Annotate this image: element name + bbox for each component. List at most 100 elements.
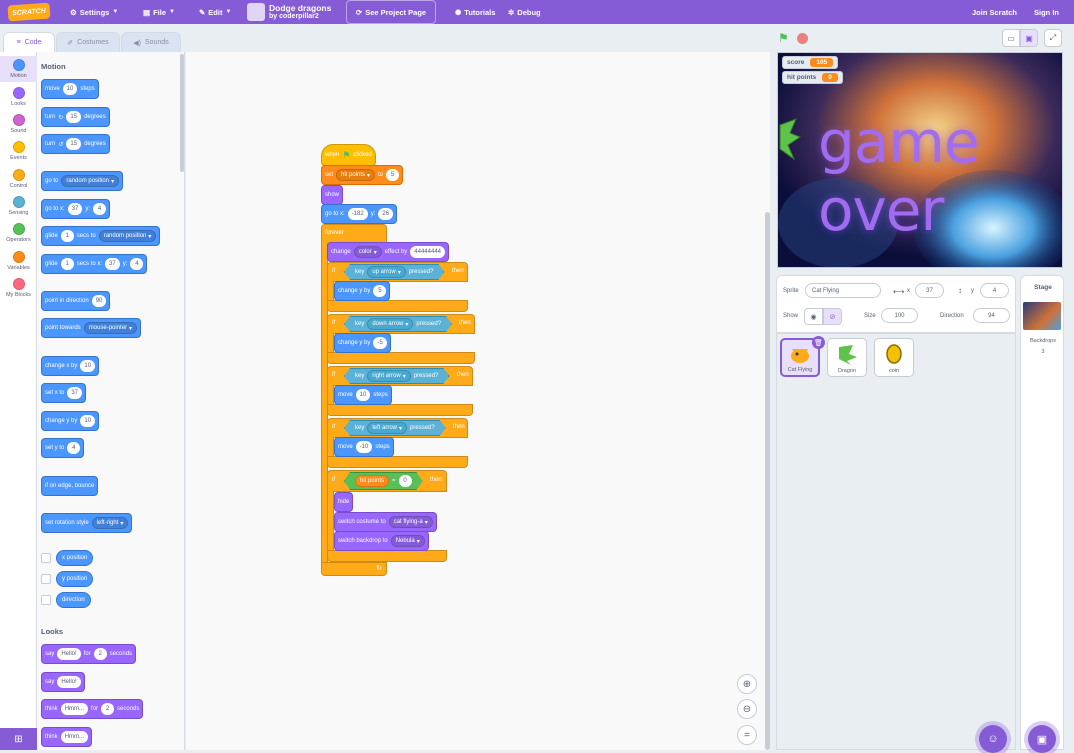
go-to-xy-block[interactable]: go to x: 37 y: 4 [41, 199, 111, 219]
move-steps-block[interactable]: move 10 steps [41, 79, 99, 99]
move-steps-block[interactable]: move 10 steps [334, 385, 392, 405]
size-input[interactable]: 100 [881, 308, 918, 323]
change-y-input[interactable]: -5 [373, 337, 387, 349]
project-author[interactable]: by coderpillar2 [269, 13, 331, 20]
choose-backdrop-button[interactable]: ▣ [1028, 725, 1056, 753]
change-y-block[interactable]: change y by 10 [41, 411, 100, 431]
say-text-input[interactable]: Hello! [57, 648, 81, 660]
hit-points-reporter[interactable]: hit points [355, 475, 389, 487]
zoom-reset-button[interactable]: = [737, 725, 757, 745]
effect-dropdown[interactable]: color ▾ [353, 246, 382, 258]
change-x-block[interactable]: change x by 10 [41, 356, 100, 376]
y-input[interactable]: 4 [130, 258, 144, 270]
glide-dropdown[interactable]: random position ▾ [98, 230, 157, 242]
bounce-block[interactable]: if on edge, bounce [41, 476, 99, 496]
towards-dropdown[interactable]: mouse-pointer ▾ [83, 322, 138, 334]
turn-degrees-input[interactable]: 15 [66, 111, 82, 123]
say-for-secs-block[interactable]: say Hello! for 2 seconds [41, 644, 137, 664]
category-looks[interactable]: Looks [0, 84, 37, 110]
settings-menu[interactable]: ⚙ Settings ▼ [70, 0, 118, 24]
direction-reporter[interactable]: direction [56, 592, 91, 608]
set-x-block[interactable]: set x to 37 [41, 383, 87, 403]
secs-input[interactable]: 2 [93, 648, 107, 660]
y-input[interactable]: 4 [980, 283, 1009, 298]
x-position-checkbox[interactable] [41, 553, 51, 563]
change-y-block[interactable]: change y by 5 [334, 281, 391, 301]
key-pressed-left[interactable]: key left arrow ▾ pressed? [344, 420, 446, 436]
compare-value-input[interactable]: 0 [399, 475, 412, 487]
glide-xy-block[interactable]: glide 1 secs to x: 37 y: 4 [41, 254, 148, 274]
dragon-sprite[interactable] [777, 115, 804, 165]
stop-button[interactable] [797, 33, 808, 44]
change-y-input[interactable]: 5 [373, 285, 387, 297]
key-dropdown[interactable]: up arrow ▾ [367, 266, 405, 278]
change-x-input[interactable]: 10 [80, 360, 96, 372]
code-workspace[interactable]: when ⚑ clicked set hit points ▾ to 5 show go t… [186, 52, 770, 750]
delete-sprite-button[interactable]: 🗑 [812, 336, 825, 349]
set-y-block[interactable]: set y to 4 [41, 438, 85, 458]
switch-backdrop-block[interactable]: switch backdrop to Nebula ▾ [334, 531, 429, 551]
set-x-input[interactable]: 37 [67, 387, 83, 399]
key-pressed-up[interactable]: key up arrow ▾ pressed? [344, 264, 444, 280]
key-pressed-down[interactable]: key down arrow ▾ pressed? [344, 316, 452, 332]
key-dropdown[interactable]: left arrow ▾ [367, 422, 407, 434]
think-for-secs-block[interactable]: think Hmm... for 2 seconds [41, 699, 144, 719]
change-effect-block[interactable]: change color ▾ effect by 44444444 [327, 242, 449, 262]
set-value-input[interactable]: 5 [386, 169, 400, 181]
file-menu[interactable]: ▤ File ▼ [143, 0, 175, 24]
y-position-checkbox[interactable] [41, 574, 51, 584]
large-stage-button[interactable]: ▣ [1020, 29, 1038, 47]
category-my-blocks[interactable]: My Blocks [0, 275, 37, 301]
see-project-page-button[interactable]: ⟳ See Project Page [346, 0, 436, 24]
point-towards-block[interactable]: point towards mouse-pointer ▾ [41, 318, 142, 338]
choose-sprite-button[interactable]: ☺ [979, 725, 1007, 753]
set-variable-block[interactable]: set hit points ▾ to 5 [321, 165, 404, 185]
green-flag-button[interactable]: ⚑ [778, 31, 789, 45]
sprite-name-input[interactable]: Cat Flying [805, 283, 881, 298]
sign-in-link[interactable]: Sign In [1034, 0, 1059, 24]
say-block[interactable]: say Hello! [41, 672, 85, 692]
when-flag-clicked-block[interactable]: when ⚑ clicked [321, 144, 376, 166]
direction-checkbox[interactable] [41, 595, 51, 605]
switch-costume-block[interactable]: switch costume to cat flying-a ▾ [334, 512, 437, 532]
x-input[interactable]: 37 [67, 203, 83, 215]
zoom-out-button[interactable]: ⊖ [737, 699, 757, 719]
key-pressed-right[interactable]: key right arrow ▾ pressed? [344, 368, 449, 384]
category-variables[interactable]: Variables [0, 248, 37, 274]
say-text-input[interactable]: Hello! [57, 676, 81, 688]
workspace-scrollbar[interactable] [765, 212, 770, 750]
tab-code[interactable]: ≡ Code [3, 32, 55, 52]
hide-sprite-button[interactable]: ⊘ [823, 308, 842, 325]
change-y-block[interactable]: change y by -5 [334, 333, 391, 353]
sprite-tile-coin[interactable]: coin [874, 338, 914, 377]
category-operators[interactable]: Operators [0, 220, 37, 246]
x-input[interactable]: 37 [915, 283, 944, 298]
point-in-direction-block[interactable]: point in direction 90 [41, 291, 111, 311]
hide-block[interactable]: hide [334, 492, 354, 512]
turn-degrees-input[interactable]: 15 [66, 138, 82, 150]
change-y-input[interactable]: 10 [80, 415, 96, 427]
small-stage-button[interactable]: ▭ [1002, 29, 1020, 47]
stage-canvas[interactable]: score 105 hit points 0 game over [777, 52, 1063, 268]
y-position-reporter[interactable]: y position [56, 571, 94, 587]
scratch-logo[interactable]: SCRATCH [7, 2, 51, 22]
tab-costumes[interactable]: ✐ Costumes [56, 32, 120, 52]
edit-menu[interactable]: ✎ Edit ▼ [199, 0, 231, 24]
category-sensing[interactable]: Sensing [0, 193, 37, 219]
set-y-input[interactable]: 4 [67, 442, 81, 454]
variable-dropdown[interactable]: hit points ▾ [336, 169, 376, 181]
secs-input[interactable]: 2 [101, 703, 115, 715]
effect-value-input[interactable]: 44444444 [410, 246, 445, 258]
glide-to-block[interactable]: glide 1 secs to random position ▾ [41, 226, 161, 246]
debug-button[interactable]: ✲ Debug [508, 0, 541, 24]
score-monitor[interactable]: score 105 [782, 56, 839, 69]
glide-secs-input[interactable]: 1 [60, 230, 74, 242]
palette-scrollbar[interactable] [180, 54, 184, 172]
think-text-input[interactable]: Hmm... [60, 703, 89, 715]
tutorials-button[interactable]: ✺ Tutorials [455, 0, 495, 24]
join-scratch-link[interactable]: Join Scratch [972, 0, 1017, 24]
category-sound[interactable]: Sound [0, 111, 37, 137]
stage-selector[interactable]: Stage Backdrops 3 [1020, 275, 1064, 750]
sprite-tile-cat-flying[interactable]: Cat Flying 🗑 [780, 336, 825, 377]
fullscreen-button[interactable]: ⤢ [1044, 29, 1062, 47]
